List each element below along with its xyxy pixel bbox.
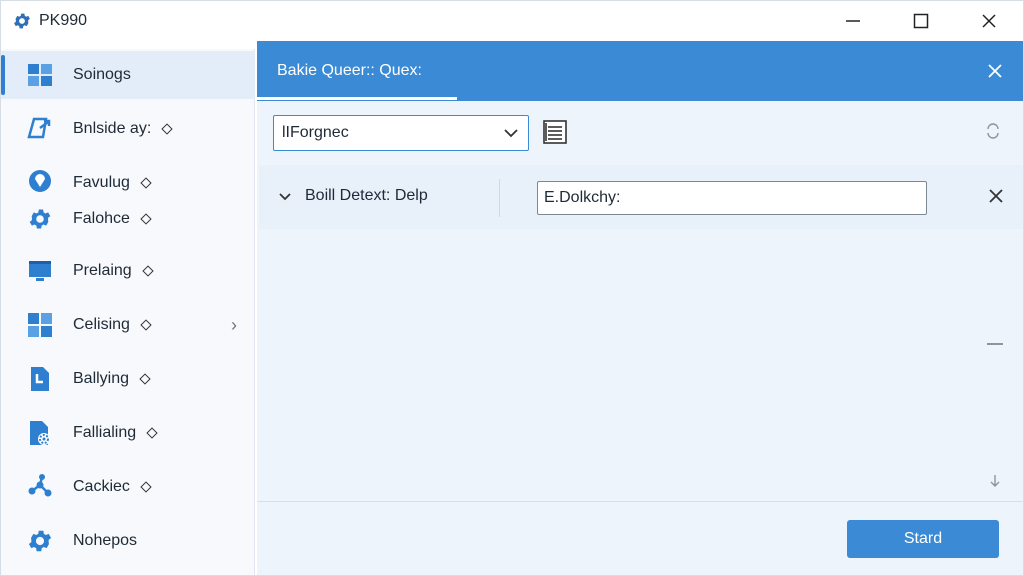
row-divider <box>499 179 500 217</box>
close-icon <box>982 14 996 28</box>
close-panel-button[interactable] <box>983 59 1007 83</box>
panel-header: Bakie Queer:: Quex: <box>257 41 1023 101</box>
diamond-icon <box>146 427 158 439</box>
diamond-icon <box>140 177 152 189</box>
sidebar-item-fallialing[interactable]: Fallialing <box>1 409 255 457</box>
minimize-icon <box>846 20 860 22</box>
sidebar-item-label: Favulug <box>73 174 130 191</box>
gear-icon <box>25 527 55 555</box>
rule-label: Boill Detext: Delp <box>305 187 428 204</box>
active-tab-indicator <box>257 97 457 100</box>
sidebar-item-label: Prelaing <box>73 262 132 279</box>
sidebar-item-cackiec[interactable]: Cackiec <box>1 463 255 511</box>
sidebar-item-soinogs[interactable]: Soinogs <box>1 51 255 99</box>
sidebar-item-prelaing[interactable]: Prelaing <box>1 247 255 295</box>
diamond-icon <box>140 481 152 493</box>
rule-row: Boill Detext: Delp <box>259 165 1023 229</box>
footer-divider <box>257 501 1023 502</box>
sidebar-item-label: Fallialing <box>73 424 137 441</box>
sidebar-item-label: Bnlside ay: <box>73 120 152 137</box>
sidebar-item-label: Soinogs <box>73 66 131 83</box>
list-view-icon[interactable] <box>541 117 571 147</box>
sidebar-item-label: Nohepos <box>73 532 138 549</box>
sidebar-item-ballying[interactable]: Ballying <box>1 355 255 403</box>
diamond-icon <box>140 213 152 225</box>
diamond-icon <box>139 373 151 385</box>
diamond-icon <box>161 123 173 135</box>
sidebar-item-bnlside[interactable]: Bnlside ay: <box>1 105 255 153</box>
sidebar: Soinogs Bnlside ay: Favulug Falohce Prel <box>1 49 255 575</box>
close-icon <box>988 64 1002 78</box>
close-window-button[interactable] <box>955 1 1023 41</box>
file-gear-icon <box>25 419 55 447</box>
diamond-icon <box>142 265 154 277</box>
export-icon <box>25 115 55 143</box>
sidebar-item-celising[interactable]: Celising › <box>1 301 255 349</box>
filter-dropdown[interactable]: lIForgnec <box>273 115 529 151</box>
scrollbar-thumb[interactable] <box>987 343 1003 345</box>
grid-icon <box>25 61 55 89</box>
maximize-button[interactable] <box>887 1 955 41</box>
sidebar-item-label: Ballying <box>73 370 130 387</box>
location-icon <box>25 169 55 197</box>
minimize-button[interactable] <box>819 1 887 41</box>
sidebar-item-falohce[interactable]: Falohce <box>1 195 255 243</box>
start-button[interactable]: Stard <box>847 520 999 558</box>
window-title: PK990 <box>39 12 88 29</box>
title-bar: PK990 <box>1 1 1023 41</box>
arrow-down-icon[interactable] <box>987 473 1003 489</box>
dropdown-value: lIForgnec <box>282 124 349 141</box>
gear-icon <box>11 10 33 32</box>
rule-value-input[interactable] <box>537 181 927 215</box>
sidebar-item-label: Falohce <box>73 210 130 227</box>
sidebar-item-nohepos[interactable]: Nohepos <box>1 517 255 565</box>
document-arrow-icon <box>25 365 55 393</box>
chevron-down-icon <box>504 129 518 138</box>
sidebar-item-label: Celising <box>73 316 130 333</box>
refresh-icon[interactable] <box>985 123 1001 139</box>
main-panel: Bakie Queer:: Quex: lIForgnec Boill Dete… <box>257 41 1023 575</box>
app-window: PK990 Soinogs Bnlside ay: Favulug Falohc… <box>0 0 1024 576</box>
maximize-icon <box>913 13 929 29</box>
window-controls <box>819 1 1023 41</box>
network-icon <box>25 473 55 501</box>
gear-icon <box>25 205 55 233</box>
chevron-down-icon[interactable] <box>277 189 293 205</box>
chevron-right-icon[interactable]: › <box>231 315 237 336</box>
sidebar-item-label: Cackiec <box>73 478 130 495</box>
panel-title: Bakie Queer:: Quex: <box>277 62 422 79</box>
diamond-icon <box>140 319 152 331</box>
monitor-icon <box>25 257 55 285</box>
remove-row-icon[interactable] <box>987 187 1005 205</box>
tiles-icon <box>25 311 55 339</box>
